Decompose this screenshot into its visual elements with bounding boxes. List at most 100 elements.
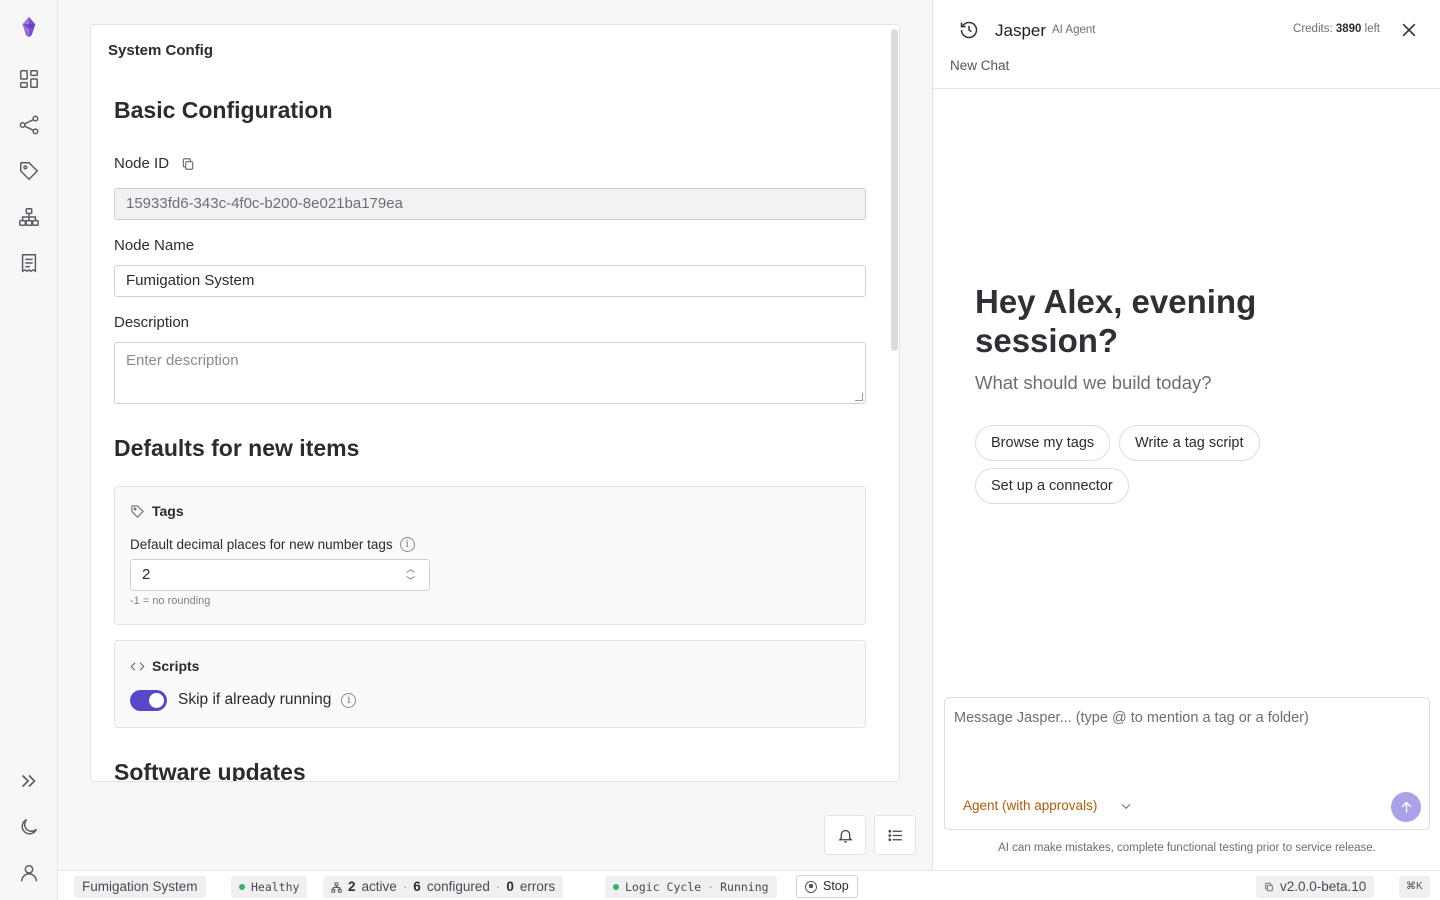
list-view-button[interactable] (874, 815, 916, 855)
logic-cycle-pill[interactable]: Logic Cycle · Running (605, 876, 777, 898)
close-icon[interactable] (1399, 20, 1419, 40)
chevron-up-icon[interactable]: ︿ (406, 564, 415, 574)
expand-icon[interactable] (16, 768, 42, 794)
decimal-label-row: Default decimal places for new number ta… (130, 537, 415, 552)
logo-icon[interactable] (16, 14, 42, 40)
skip-running-toggle[interactable] (130, 690, 167, 711)
software-updates-heading: Software updates (114, 759, 306, 782)
system-config-card: System Config Basic Configuration Node I… (90, 24, 900, 782)
tags-section-header: Tags (130, 503, 184, 519)
connections-pill[interactable]: 2 active · 6 configured · 0 errors (323, 876, 564, 898)
left-rail (0, 0, 58, 900)
history-icon[interactable] (959, 20, 979, 40)
new-chat-tab[interactable]: New Chat (950, 58, 1009, 73)
message-input-placeholder: Message Jasper... (type @ to mention a t… (954, 710, 1309, 726)
hierarchy-icon (331, 881, 342, 893)
suggestion-write-script[interactable]: Write a tag script (1119, 425, 1260, 461)
card-title: System Config (108, 42, 214, 59)
credits-value: 3890 (1335, 23, 1362, 35)
message-composer[interactable]: Message Jasper... (type @ to mention a t… (944, 697, 1430, 830)
credits-prefix: Credits: (1293, 23, 1333, 35)
agent-subtitle: AI Agent (1052, 24, 1096, 36)
scrollbar[interactable] (891, 29, 898, 351)
node-id-field[interactable]: 15933fd6-343c-4f0c-b200-8e021ba179ea (114, 188, 866, 220)
node-id-label-row: Node ID (114, 155, 195, 172)
logic-cycle-state: Running (720, 880, 769, 894)
ai-agent-panel: Jasper AI Agent Credits: 3890 left New C… (932, 0, 1440, 870)
logic-cycle-label: Logic Cycle (625, 880, 702, 894)
health-label: Healthy (251, 880, 300, 894)
active-count: 2 (348, 879, 356, 894)
node-name-label: Node Name (114, 237, 195, 254)
errors-label: errors (519, 879, 556, 894)
decimal-value: 2 (142, 566, 151, 583)
greeting-heading: Hey Alex, evening session? (975, 283, 1257, 359)
moon-icon[interactable] (16, 814, 42, 840)
credits-suffix: left (1364, 23, 1380, 35)
receipt-icon[interactable] (16, 250, 42, 276)
health-dot-icon (239, 884, 245, 890)
credits-readout: Credits: 3890 left (1293, 23, 1380, 35)
decimal-hint: -1 = no rounding (130, 595, 211, 607)
hierarchy-icon[interactable] (16, 204, 42, 230)
active-label: active (361, 879, 397, 894)
skip-running-label-row: Skip if already running i (178, 691, 357, 709)
description-label: Description (114, 314, 190, 331)
chevron-down-icon[interactable]: ﹀ (406, 576, 415, 586)
tags-section: Tags Default decimal places for new numb… (114, 486, 866, 625)
user-icon[interactable] (16, 860, 42, 886)
description-placeholder: Enter description (126, 352, 239, 369)
separator: · (495, 879, 501, 894)
node-name-field[interactable]: Fumigation System (114, 265, 866, 297)
info-icon[interactable]: i (399, 537, 415, 552)
resize-handle-icon[interactable] (855, 393, 863, 401)
skip-running-label: Skip if already running (178, 691, 332, 708)
version-pill[interactable]: v2.0.0-beta.10 (1256, 876, 1375, 898)
panel-header: Jasper AI Agent Credits: 3890 left New C… (933, 0, 1440, 89)
status-bar: Fumigation System Healthy 2 active · 6 c… (58, 870, 1440, 900)
main-area: System Config Basic Configuration Node I… (58, 0, 932, 870)
configured-count: 6 (413, 879, 421, 894)
separator: · (707, 880, 715, 894)
configured-label: configured (426, 879, 490, 894)
stop-icon (805, 880, 817, 893)
agent-mode-select[interactable]: Agent (with approvals) (963, 798, 1133, 813)
code-icon (130, 661, 145, 671)
copy-icon[interactable] (181, 157, 195, 171)
ai-disclaimer: AI can make mistakes, complete functiona… (998, 842, 1376, 854)
suggestion-setup-connector[interactable]: Set up a connector (975, 468, 1129, 504)
stop-button[interactable]: Stop (796, 875, 858, 898)
decimal-label: Default decimal places for new number ta… (130, 537, 393, 552)
arrow-up-icon (1401, 801, 1411, 812)
info-icon[interactable]: i (341, 692, 357, 708)
send-button[interactable] (1391, 792, 1421, 822)
version-label: v2.0.0-beta.10 (1280, 879, 1367, 894)
list-icon (887, 829, 902, 841)
errors-count: 0 (506, 879, 514, 894)
dashboard-icon[interactable] (16, 66, 42, 92)
agent-name: Jasper (995, 21, 1047, 40)
suggestion-browse-tags[interactable]: Browse my tags (975, 425, 1111, 461)
scripts-section: Scripts Skip if already running i (114, 640, 866, 728)
node-id-label: Node ID (114, 155, 170, 172)
chevron-down-icon (1121, 803, 1131, 809)
defaults-heading: Defaults for new items (114, 435, 360, 461)
stop-label: Stop (823, 879, 849, 893)
system-name-pill[interactable]: Fumigation System (74, 876, 206, 898)
tag-icon[interactable] (16, 158, 42, 184)
separator: · (402, 879, 408, 894)
health-pill[interactable]: Healthy (231, 876, 308, 898)
copy-icon (1265, 882, 1273, 892)
notifications-button[interactable] (824, 815, 866, 855)
greeting-subtitle: What should we build today? (975, 372, 1212, 393)
stepper-controls: ︿ ﹀ (406, 564, 415, 586)
shortcut-pill[interactable]: ⌘K (1399, 876, 1430, 898)
decimal-places-stepper[interactable]: 2 ︿ ﹀ (130, 559, 430, 591)
scripts-section-header: Scripts (130, 658, 199, 674)
agent-mode-label: Agent (with approvals) (963, 798, 1098, 813)
bell-icon (837, 829, 853, 843)
description-field[interactable]: Enter description (114, 342, 866, 404)
basic-config-heading: Basic Configuration (114, 97, 333, 123)
scripts-heading: Scripts (152, 658, 200, 674)
share-icon[interactable] (16, 112, 42, 138)
